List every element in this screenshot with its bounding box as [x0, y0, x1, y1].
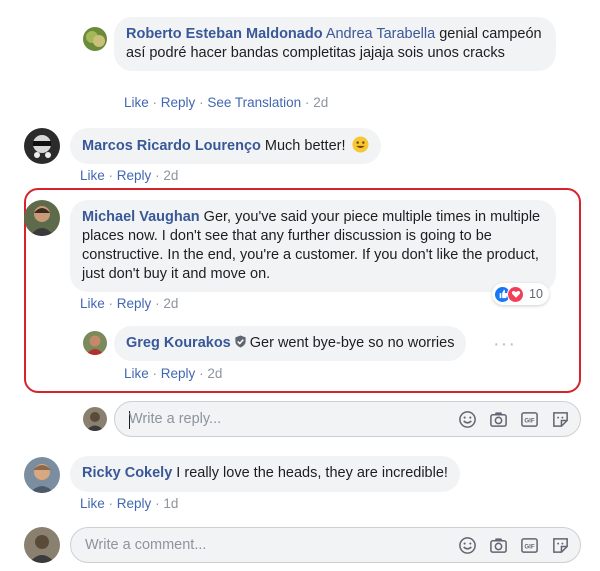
avatar-michael[interactable]: [24, 200, 60, 236]
comment-input[interactable]: Write a comment... GIF: [70, 527, 581, 563]
avatar-greg[interactable]: [83, 331, 107, 355]
reply-placeholder: Write a reply...: [129, 411, 222, 427]
separator: ·: [155, 168, 160, 183]
reply-input[interactable]: Write a reply... GIF: [114, 401, 581, 437]
avatar-ricky[interactable]: [24, 457, 60, 493]
like-link[interactable]: Like: [124, 95, 149, 110]
avatar-roberto[interactable]: [83, 27, 107, 51]
love-reaction-icon: [507, 285, 524, 303]
reply-link[interactable]: Reply: [161, 366, 196, 381]
comment-bubble-marcos: Marcos Ricardo Lourenço Much better!: [70, 128, 381, 164]
separator: ·: [152, 366, 158, 381]
mention-link[interactable]: Andrea Tarabella: [326, 26, 435, 42]
author-name[interactable]: Roberto Esteban Maldonado: [126, 26, 323, 42]
separator: ·: [304, 95, 310, 110]
reply-link[interactable]: Reply: [117, 496, 152, 511]
sticker-icon[interactable]: [551, 410, 570, 429]
like-link[interactable]: Like: [124, 366, 149, 381]
reaction-count: 10: [529, 287, 543, 301]
svg-text:GIF: GIF: [524, 543, 534, 550]
emoji-icon[interactable]: [458, 536, 477, 555]
comment-placeholder: Write a comment...: [85, 537, 207, 553]
timestamp[interactable]: 2d: [163, 296, 178, 311]
verified-badge-icon: [234, 335, 247, 348]
comment-bubble-michael: Michael Vaughan Ger, you've said your pi…: [70, 200, 556, 292]
author-name[interactable]: Ricky Cokely: [82, 465, 172, 481]
gif-icon[interactable]: GIF: [520, 536, 539, 555]
comment-actions: Like · Reply · 2d: [80, 296, 178, 311]
author-name[interactable]: Greg Kourakos: [126, 335, 231, 351]
separator: ·: [108, 296, 114, 311]
like-link[interactable]: Like: [80, 496, 105, 511]
comment-bubble-ricky: Ricky Cokely I really love the heads, th…: [70, 456, 460, 492]
separator: ·: [155, 296, 160, 311]
avatar-current-user: [24, 527, 60, 563]
comment-actions: Like · Reply · 1d: [80, 496, 178, 511]
comment-bubble-roberto: Roberto Esteban Maldonado Andrea Tarabel…: [114, 17, 556, 71]
input-toolbar: GIF: [458, 410, 570, 429]
separator: ·: [108, 168, 114, 183]
reply-link[interactable]: Reply: [117, 296, 152, 311]
reaction-summary[interactable]: 10: [492, 283, 549, 305]
separator: ·: [152, 95, 158, 110]
timestamp[interactable]: 2d: [207, 366, 222, 381]
author-name[interactable]: Michael Vaughan: [82, 209, 200, 225]
smile-emoji-icon: [352, 136, 369, 153]
author-name[interactable]: Marcos Ricardo Lourenço: [82, 138, 261, 154]
comment-bubble-greg: Greg Kourakos Ger went bye-bye so no worr…: [114, 326, 467, 361]
gif-icon[interactable]: GIF: [520, 410, 539, 429]
timestamp[interactable]: 2d: [163, 168, 178, 183]
comment-text: I really love the heads, they are incred…: [172, 465, 448, 481]
input-toolbar: GIF: [458, 536, 570, 555]
comment-text: Much better!: [260, 138, 346, 154]
reply-link[interactable]: Reply: [117, 168, 152, 183]
more-options-icon[interactable]: ···: [493, 334, 516, 354]
camera-icon[interactable]: [489, 410, 508, 429]
separator: ·: [199, 95, 204, 110]
emoji-icon[interactable]: [458, 410, 477, 429]
reply-link[interactable]: Reply: [161, 95, 196, 110]
avatar-marcos[interactable]: [24, 128, 60, 164]
comment-actions: Like · Reply · See Translation · 2d: [124, 95, 328, 110]
comment-actions: Like · Reply · 2d: [124, 366, 222, 381]
camera-icon[interactable]: [489, 536, 508, 555]
avatar-current-user-small: [83, 407, 107, 431]
sticker-icon[interactable]: [551, 536, 570, 555]
like-link[interactable]: Like: [80, 168, 105, 183]
svg-text:GIF: GIF: [524, 417, 534, 424]
timestamp[interactable]: 2d: [313, 95, 328, 110]
timestamp[interactable]: 1d: [163, 496, 178, 511]
comment-text: Ger went bye-bye so no worries: [249, 335, 455, 351]
separator: ·: [199, 366, 204, 381]
like-link[interactable]: Like: [80, 296, 105, 311]
see-translation-link[interactable]: See Translation: [207, 95, 301, 110]
separator: ·: [155, 496, 160, 511]
comment-actions: Like · Reply · 2d: [80, 168, 178, 183]
separator: ·: [108, 496, 114, 511]
